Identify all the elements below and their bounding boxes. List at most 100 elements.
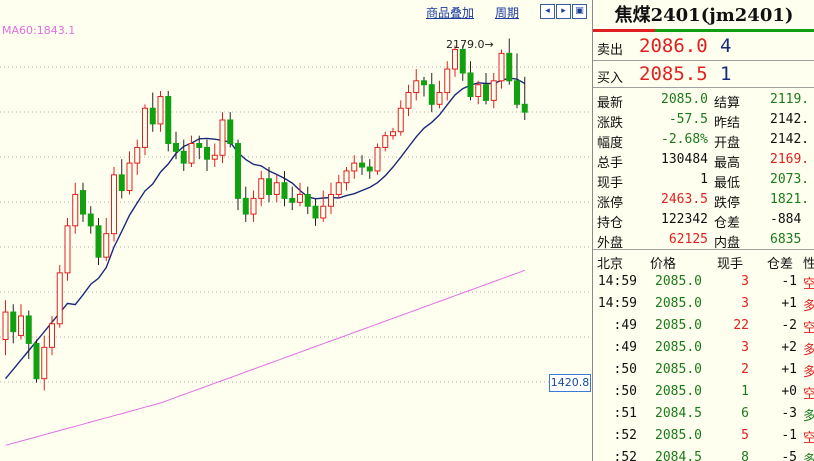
candle-body-up bbox=[157, 95, 164, 125]
stat-value: 2142. bbox=[770, 112, 810, 127]
candle-body-down bbox=[87, 213, 94, 227]
candle-body-up bbox=[134, 146, 141, 164]
tick-volume: 8 bbox=[741, 450, 749, 461]
tick-row[interactable]: :51 2084.5 6 -3 多 bbox=[593, 402, 814, 424]
candle-body-down bbox=[459, 48, 466, 74]
candle-body-up bbox=[335, 182, 342, 195]
stat-value: 62125 bbox=[668, 232, 708, 247]
ma-short-line bbox=[4, 77, 526, 380]
tick-volume: 6 bbox=[741, 406, 749, 421]
candle-body-up bbox=[219, 119, 226, 156]
buy-sell-ratio-bar-red bbox=[593, 29, 655, 32]
tick-price: 2085.0 bbox=[655, 296, 702, 311]
tick-row[interactable]: :52 2085.0 5 -1 空 bbox=[593, 424, 814, 446]
stat-value: 2073. bbox=[770, 172, 810, 187]
tick-row[interactable]: 14:59 2085.0 3 -1 空 bbox=[593, 270, 814, 292]
tick-oi-change: -5 bbox=[781, 450, 797, 461]
tick-oi-change: +2 bbox=[781, 340, 797, 355]
tick-nature: 空 bbox=[803, 273, 814, 292]
candle-body-down bbox=[227, 119, 234, 145]
candle-body-down bbox=[467, 72, 474, 97]
candle-body-down bbox=[506, 52, 513, 82]
divider bbox=[593, 87, 814, 88]
ask-volume: 4 bbox=[720, 35, 732, 57]
stat-value: 1 bbox=[700, 172, 708, 187]
stat-value: 2085.0 bbox=[661, 92, 708, 107]
candle-body-up bbox=[320, 205, 327, 219]
candle-body-up bbox=[142, 107, 148, 148]
tick-oi-change: +1 bbox=[781, 296, 797, 311]
candle-body-up bbox=[328, 193, 334, 207]
bid-volume: 1 bbox=[720, 63, 732, 85]
candle-body-up bbox=[490, 80, 497, 101]
overlay-commodity-link[interactable]: 商品叠加 bbox=[426, 4, 474, 21]
tick-row[interactable]: :50 2085.0 1 +0 空 bbox=[593, 380, 814, 402]
tick-time: :49 bbox=[613, 318, 637, 333]
tick-time: :51 bbox=[613, 406, 637, 421]
period-high-marker: 2179.0→ bbox=[446, 38, 494, 51]
tick-time: :49 bbox=[613, 340, 637, 355]
tick-volume: 3 bbox=[741, 274, 749, 289]
tick-time: :50 bbox=[613, 384, 637, 399]
tick-row[interactable]: 14:59 2085.0 3 +1 多 bbox=[593, 292, 814, 314]
crosshair-price-tag: 1420.8 bbox=[549, 374, 591, 392]
tick-volume: 3 bbox=[741, 296, 749, 311]
candle-body-down bbox=[312, 205, 319, 219]
tick-time: 14:59 bbox=[597, 274, 637, 289]
ask-label: 卖出 bbox=[597, 42, 624, 57]
tick-time: :52 bbox=[613, 428, 637, 443]
tick-oi-change: +1 bbox=[781, 362, 797, 377]
candlestick-chart[interactable] bbox=[0, 22, 592, 461]
candle-body-down bbox=[180, 150, 187, 164]
candle-body-down bbox=[281, 182, 288, 199]
candle-body-up bbox=[49, 323, 55, 348]
tick-time: :52 bbox=[613, 450, 637, 461]
stats-row: 外盘 62125 内盘 6835 bbox=[593, 229, 814, 251]
tick-row[interactable]: :50 2085.0 2 +1 多 bbox=[593, 358, 814, 380]
expand-button[interactable]: ▣ bbox=[572, 4, 587, 19]
tick-nature: 空 bbox=[803, 427, 814, 446]
tick-nature: 多 bbox=[803, 339, 814, 358]
candle-body-down bbox=[33, 342, 40, 380]
stats-row: 持仓 122342 仓差 -884 bbox=[593, 209, 814, 231]
ask-row: 卖出 2086.0 4 bbox=[593, 33, 814, 60]
candle-body-up bbox=[475, 84, 482, 97]
candle-body-down bbox=[235, 143, 241, 199]
ask-price: 2086.0 bbox=[639, 35, 708, 57]
stats-row: 幅度 -2.68% 开盘 2142. bbox=[593, 129, 814, 151]
tick-row[interactable]: :49 2085.0 3 +2 多 bbox=[593, 336, 814, 358]
stat-value: 130484 bbox=[661, 152, 708, 167]
tick-row[interactable]: :49 2085.0 22 -2 空 bbox=[593, 314, 814, 336]
kline-chart-panel[interactable]: 商品叠加 周期 ◂ ▸ ▣ MA60:1843.1 2179.0→ 1420.8 bbox=[0, 0, 592, 461]
tick-nature: 多 bbox=[803, 449, 814, 461]
tick-price: 2084.5 bbox=[655, 406, 702, 421]
tick-volume: 2 bbox=[741, 362, 749, 377]
chart-toolbar: 商品叠加 周期 ◂ ▸ ▣ bbox=[0, 0, 592, 22]
tick-nature: 多 bbox=[803, 361, 814, 380]
tick-table-header: 北京 价格 现手 仓差 性 bbox=[593, 250, 814, 271]
period-link[interactable]: 周期 bbox=[495, 4, 519, 21]
candle-body-up bbox=[41, 346, 48, 380]
tick-nature: 多 bbox=[803, 295, 814, 314]
scroll-right-button[interactable]: ▸ bbox=[556, 4, 571, 19]
tick-row[interactable]: :52 2084.5 8 -5 多 bbox=[593, 446, 814, 461]
candle-body-down bbox=[204, 146, 210, 160]
candle-body-up bbox=[72, 193, 79, 227]
candle-body-up bbox=[2, 311, 9, 340]
stat-value: 2463.5 bbox=[661, 192, 708, 207]
stats-row: 涨跌 -57.5 昨结 2142. bbox=[593, 109, 814, 131]
candle-body-up bbox=[64, 225, 71, 274]
stat-value: 2169. bbox=[770, 152, 810, 167]
tick-price: 2084.5 bbox=[655, 450, 702, 461]
tick-price: 2085.0 bbox=[655, 362, 702, 377]
scroll-left-button[interactable]: ◂ bbox=[540, 4, 555, 19]
bid-row: 买入 2085.5 1 bbox=[593, 61, 814, 88]
stat-value: 1821. bbox=[770, 192, 810, 207]
tick-price: 2085.0 bbox=[655, 274, 702, 289]
candle-body-down bbox=[242, 197, 249, 215]
candle-body-up bbox=[258, 178, 265, 199]
candle-body-down bbox=[25, 315, 32, 344]
tick-oi-change: +0 bbox=[781, 384, 797, 399]
tick-oi-change: -1 bbox=[781, 274, 797, 289]
tick-price: 2085.0 bbox=[655, 384, 702, 399]
